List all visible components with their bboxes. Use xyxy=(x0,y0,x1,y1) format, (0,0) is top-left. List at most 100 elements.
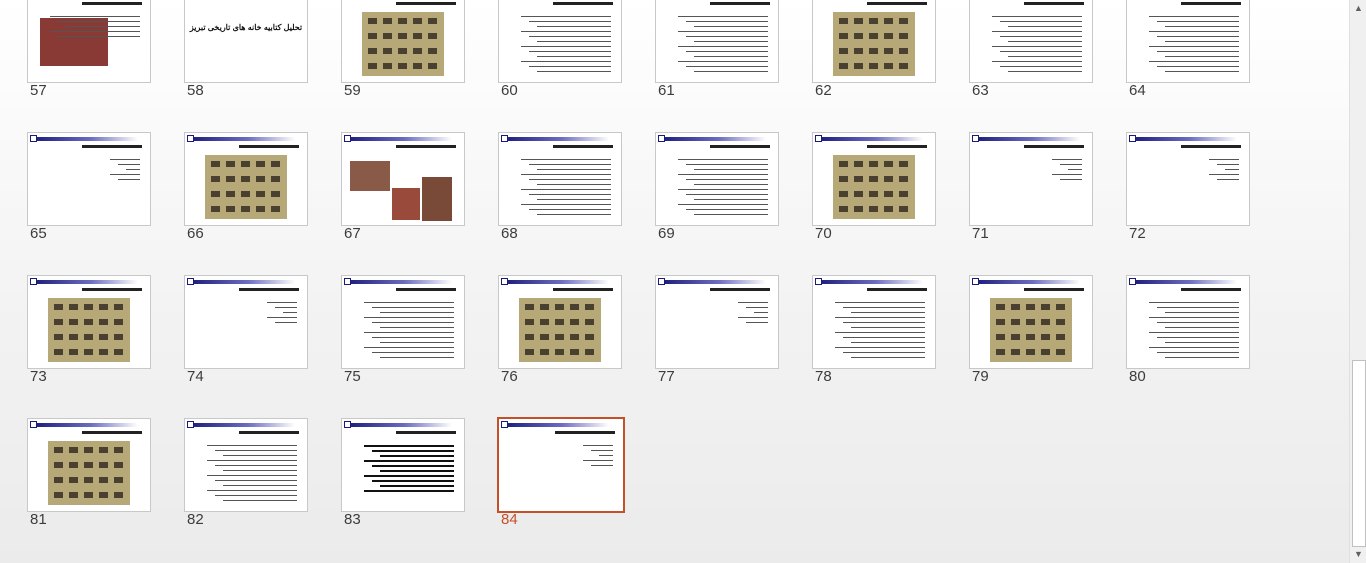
slide-thumbnail-62[interactable]: 62 xyxy=(812,0,936,99)
bullet-icon xyxy=(972,278,979,285)
slide-preview[interactable] xyxy=(341,275,465,369)
text-line xyxy=(537,71,611,72)
slide-thumbnail-57[interactable]: 57 xyxy=(27,0,151,99)
inscription-tile xyxy=(899,63,908,69)
slide-preview[interactable] xyxy=(655,132,779,226)
slide-preview[interactable] xyxy=(812,275,936,369)
text-line xyxy=(843,322,925,323)
inscription-tile xyxy=(884,18,893,24)
slide-thumbnail-79[interactable]: 79 xyxy=(969,275,1093,385)
slide-thumbnail-58[interactable]: تحلیل کتابیه خانه های تاریخی تبریز 58 xyxy=(184,0,308,99)
slide-thumbnail-65[interactable]: 65 xyxy=(27,132,151,242)
slide-thumbnail-68[interactable]: 68 xyxy=(498,132,622,242)
slide-thumbnail-72[interactable]: 72 xyxy=(1126,132,1250,242)
vertical-scrollbar[interactable]: ▲ ▼ xyxy=(1349,0,1366,563)
slide-preview[interactable] xyxy=(27,275,151,369)
slide-preview[interactable] xyxy=(812,0,936,83)
slide-preview[interactable] xyxy=(969,0,1093,83)
text-line xyxy=(1157,307,1239,308)
slide-preview[interactable] xyxy=(341,418,465,512)
slide-preview[interactable] xyxy=(498,132,622,226)
inscription-tile xyxy=(854,161,863,167)
slide-preview[interactable] xyxy=(184,132,308,226)
slide-preview[interactable] xyxy=(969,275,1093,369)
slide-thumbnail-73[interactable]: 73 xyxy=(27,275,151,385)
slide-thumbnail-76[interactable]: 76 xyxy=(498,275,622,385)
inscription-tile xyxy=(1041,304,1050,310)
inscription-tile xyxy=(839,48,848,54)
inscription-tile xyxy=(84,319,93,325)
inscription-tile xyxy=(114,477,123,483)
slide-preview[interactable] xyxy=(498,275,622,369)
slide-preview[interactable] xyxy=(27,132,151,226)
slide-preview[interactable] xyxy=(1126,275,1250,369)
slide-preview[interactable] xyxy=(497,417,625,513)
slide-thumbnail-71[interactable]: 71 xyxy=(969,132,1093,242)
slide-thumbnail-75[interactable]: 75 xyxy=(341,275,465,385)
text-line xyxy=(1149,16,1239,17)
slide-title-bar xyxy=(867,145,927,148)
slide-thumbnail-59[interactable]: 59 xyxy=(341,0,465,99)
slide-thumbnail-61[interactable]: 61 xyxy=(655,0,779,99)
slide-preview[interactable] xyxy=(27,0,151,83)
inscription-tile xyxy=(114,319,123,325)
slide-preview[interactable] xyxy=(1126,132,1250,226)
slide-thumbnail-78[interactable]: 78 xyxy=(812,275,936,385)
inscription-tile xyxy=(839,206,848,212)
slide-thumbnail-84[interactable]: 84 xyxy=(497,417,625,528)
slide-preview[interactable] xyxy=(184,418,308,512)
slide-thumbnail-82[interactable]: 82 xyxy=(184,418,308,528)
inscription-tile xyxy=(413,63,422,69)
slide-preview[interactable] xyxy=(812,132,936,226)
text-line xyxy=(851,357,925,358)
photo-image xyxy=(48,298,130,362)
slide-preview[interactable] xyxy=(27,418,151,512)
text-line xyxy=(694,184,768,185)
slide-preview[interactable] xyxy=(969,132,1093,226)
slide-thumbnail-60[interactable]: 60 xyxy=(498,0,622,99)
slide-thumbnail-74[interactable]: 74 xyxy=(184,275,308,385)
slide-thumbnail-66[interactable]: 66 xyxy=(184,132,308,242)
inscription-tile xyxy=(854,33,863,39)
text-line xyxy=(380,342,454,343)
inscription-tile xyxy=(854,206,863,212)
scrollbar-thumb[interactable] xyxy=(1352,360,1366,547)
inscription-tile xyxy=(256,206,265,212)
slide-title-bar xyxy=(555,431,615,434)
text-line xyxy=(207,445,297,446)
inscription-tile xyxy=(69,477,78,483)
slide-thumbnail-83[interactable]: 83 xyxy=(341,418,465,528)
text-line xyxy=(521,61,611,62)
slide-preview[interactable] xyxy=(655,0,779,83)
inscription-tile xyxy=(996,319,1005,325)
text-line xyxy=(537,214,611,215)
slide-thumbnail-81[interactable]: 81 xyxy=(27,418,151,528)
slide-preview[interactable] xyxy=(655,275,779,369)
slide-thumbnail-69[interactable]: 69 xyxy=(655,132,779,242)
slide-thumbnail-70[interactable]: 70 xyxy=(812,132,936,242)
text-line xyxy=(1157,352,1239,353)
text-line xyxy=(686,209,768,210)
text-line xyxy=(686,194,768,195)
scroll-down-arrow-icon[interactable]: ▼ xyxy=(1350,546,1366,563)
text-line xyxy=(529,209,611,210)
slide-preview[interactable] xyxy=(184,275,308,369)
slide-thumbnail-67[interactable]: 67 xyxy=(341,132,465,242)
slide-thumbnail-80[interactable]: 80 xyxy=(1126,275,1250,385)
scroll-up-arrow-icon[interactable]: ▲ xyxy=(1350,0,1366,17)
slide-thumbnail-77[interactable]: 77 xyxy=(655,275,779,385)
slide-preview[interactable] xyxy=(498,0,622,83)
slide-thumbnail-64[interactable]: 64 xyxy=(1126,0,1250,99)
photo-image xyxy=(205,155,287,219)
text-line xyxy=(591,450,613,451)
slide-preview[interactable]: تحلیل کتابیه خانه های تاریخی تبریز xyxy=(184,0,308,83)
inscription-tile xyxy=(540,304,549,310)
inscription-tile xyxy=(271,176,280,182)
slide-preview[interactable] xyxy=(341,132,465,226)
text-line xyxy=(50,31,140,32)
slide-number: 84 xyxy=(501,511,518,528)
slide-preview[interactable] xyxy=(1126,0,1250,83)
bullet-icon xyxy=(501,135,508,142)
slide-preview[interactable] xyxy=(341,0,465,83)
slide-thumbnail-63[interactable]: 63 xyxy=(969,0,1093,99)
